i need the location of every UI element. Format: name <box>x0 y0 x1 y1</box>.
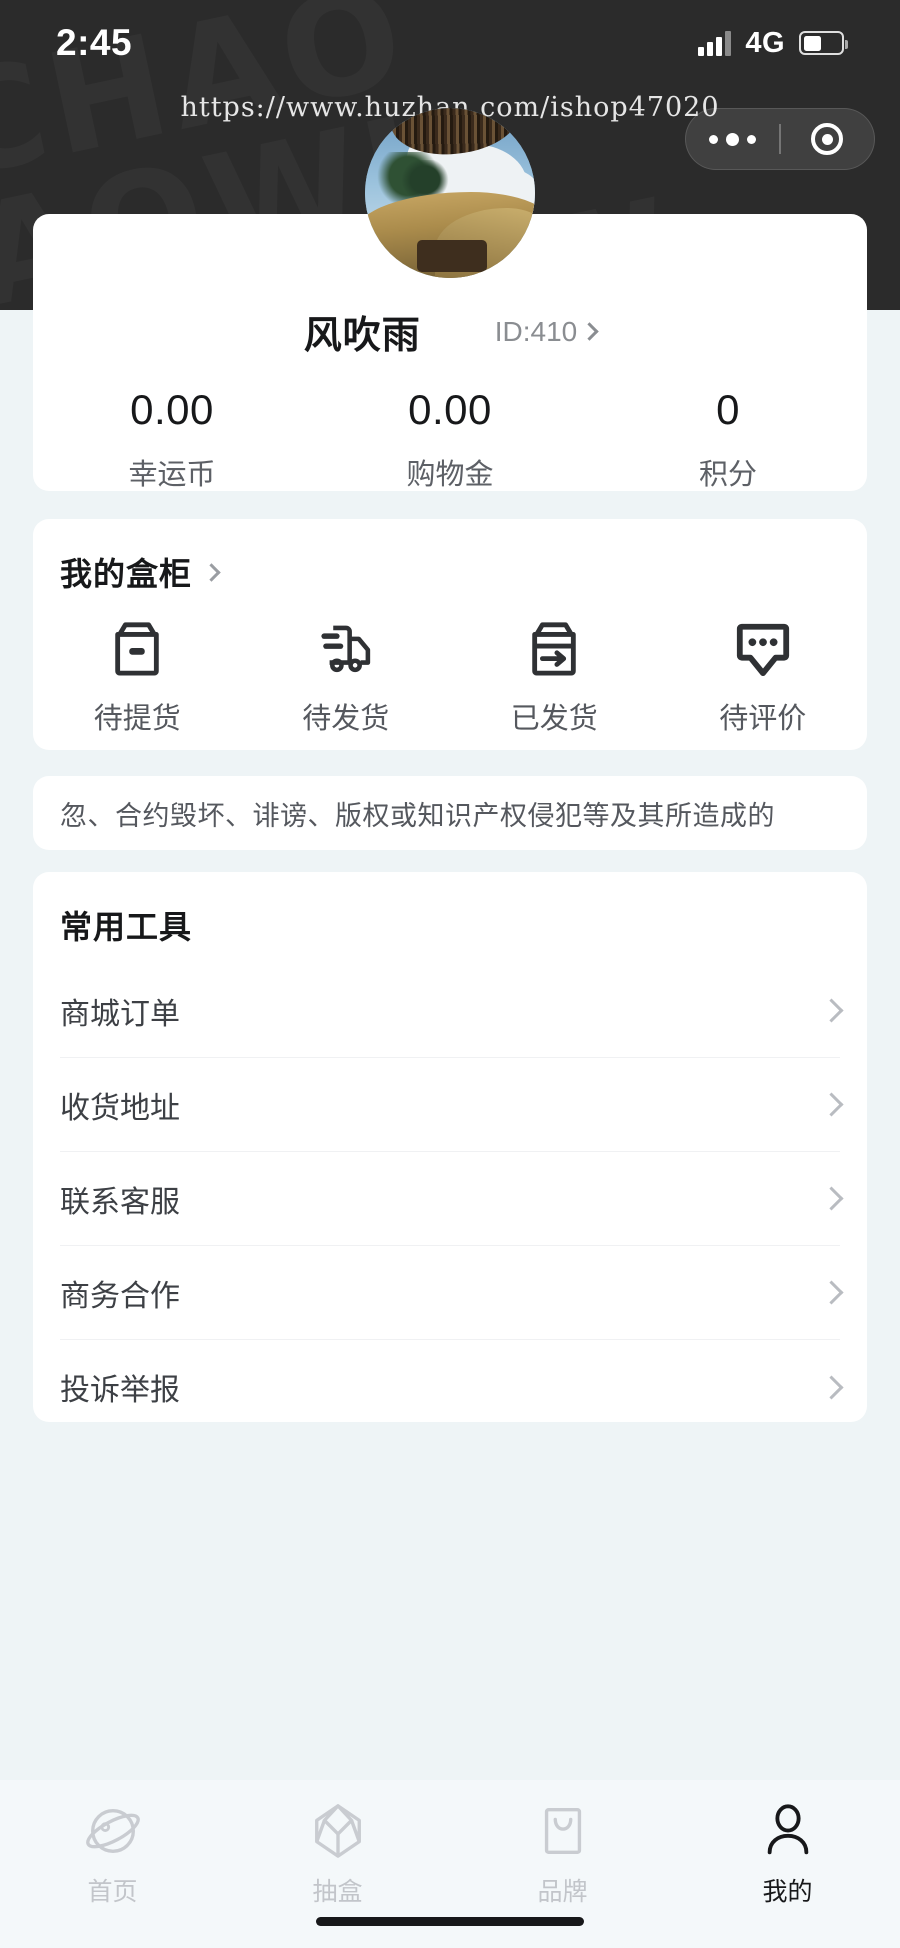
cabinet-title-link[interactable]: 我的盒柜 <box>60 549 221 595</box>
stat-value: 0 <box>716 386 740 433</box>
stat-lucky-coin[interactable]: 0.00 幸运币 <box>33 386 311 493</box>
notice-bar[interactable]: 忽、合约毁坏、诽谤、版权或知识产权侵犯等及其所造成的 <box>33 776 867 850</box>
tool-label: 联系客服 <box>60 1185 180 1219</box>
close-miniprogram-button[interactable] <box>781 109 874 169</box>
chevron-right-icon <box>819 1280 844 1305</box>
miniprogram-capsule[interactable] <box>685 108 875 170</box>
comment-bubble-icon <box>736 623 789 677</box>
avatar[interactable] <box>365 108 535 278</box>
profile-header: 风吹雨 ID:410 <box>33 304 867 359</box>
person-icon <box>767 1804 808 1855</box>
target-circle-icon <box>811 123 844 155</box>
shopping-bag-icon <box>544 1808 581 1854</box>
tab-label: 品牌 <box>537 1878 588 1906</box>
stat-label: 积分 <box>698 459 757 491</box>
home-indicator <box>316 1917 584 1926</box>
chevron-right-icon <box>819 1186 844 1211</box>
tab-blindbox[interactable]: 抽盒 <box>225 1802 450 1908</box>
cabinet-item-label: 待发货 <box>302 703 390 735</box>
profile-name: 风吹雨 <box>303 315 421 357</box>
tab-label: 我的 <box>762 1878 813 1906</box>
cabinet-item-label: 已发货 <box>510 703 598 735</box>
stat-label: 购物金 <box>406 459 494 491</box>
cabinet-title: 我的盒柜 <box>60 556 193 592</box>
box-icon <box>115 622 159 676</box>
tools-list: 商城订单 收货地址 联系客服 商务合作 投诉举报 <box>33 964 867 1434</box>
battery-icon <box>799 31 848 55</box>
truck-icon <box>321 625 370 673</box>
more-dots-icon <box>709 132 757 146</box>
tab-label: 抽盒 <box>312 1878 363 1906</box>
avatar-hut <box>417 240 487 272</box>
tab-home[interactable]: 首页 <box>0 1802 225 1908</box>
tool-row-contact-support[interactable]: 联系客服 <box>60 1152 844 1246</box>
stat-value: 0.00 <box>130 386 214 433</box>
tab-label: 首页 <box>87 1878 138 1906</box>
planet-icon <box>85 1809 140 1853</box>
chevron-right-icon <box>819 998 844 1023</box>
tool-row-shipping-address[interactable]: 收货地址 <box>60 1058 844 1152</box>
cabinet-status-row: 待提货 待发货 已发货 待评价 <box>33 619 867 737</box>
tab-mine[interactable]: 我的 <box>675 1802 900 1908</box>
signal-bars-icon <box>698 30 732 56</box>
more-menu-button[interactable] <box>686 109 779 169</box>
chevron-right-icon <box>819 1092 844 1117</box>
cabinet-item-shipped[interactable]: 已发货 <box>450 619 659 737</box>
tools-title: 常用工具 <box>60 909 193 945</box>
chevron-right-icon <box>202 562 221 582</box>
tool-row-mall-orders[interactable]: 商城订单 <box>60 964 844 1058</box>
tool-label: 投诉举报 <box>60 1374 180 1407</box>
cube-box-icon <box>314 1804 361 1858</box>
tool-label: 商务合作 <box>60 1279 180 1313</box>
common-tools-card: 常用工具 商城订单 收货地址 联系客服 商务合作 投诉举报 <box>33 872 867 1422</box>
cabinet-item-pending-pickup[interactable]: 待提货 <box>33 619 242 737</box>
cabinet-item-pending-review[interactable]: 待评价 <box>659 619 868 737</box>
chevron-right-icon <box>819 1374 844 1400</box>
tool-row-complaint-report[interactable]: 投诉举报 <box>60 1340 844 1434</box>
cabinet-item-label: 待评价 <box>719 703 807 735</box>
status-indicators: 4G <box>698 26 848 60</box>
stat-label: 幸运币 <box>128 459 216 491</box>
profile-card: 风吹雨 ID:410 0.00 幸运币 0.00 购物金 0 积分 <box>33 108 867 493</box>
tool-label: 商城订单 <box>60 997 180 1031</box>
tool-label: 收货地址 <box>60 1091 180 1125</box>
cabinet-item-label: 待提货 <box>93 703 181 735</box>
cabinet-item-pending-shipment[interactable]: 待发货 <box>242 619 451 737</box>
app-screen: CHAO HAOWI CHAOW 2:45 4G https://www.huz… <box>0 0 900 1948</box>
my-box-cabinet-card: 我的盒柜 待提货 待发货 已发货 待评价 <box>33 519 867 750</box>
network-type-label: 4G <box>745 26 785 59</box>
profile-id-button[interactable]: ID:410 <box>494 315 599 348</box>
tab-brand[interactable]: 品牌 <box>450 1802 675 1908</box>
profile-id-label: ID:410 <box>494 315 578 347</box>
tool-row-business-cooperation[interactable]: 商务合作 <box>60 1246 844 1340</box>
chevron-right-icon <box>580 322 599 341</box>
status-time: 2:45 <box>56 22 133 63</box>
stat-shopping-money[interactable]: 0.00 购物金 <box>311 386 589 493</box>
status-bar: 2:45 4G <box>0 0 900 86</box>
profile-stats: 0.00 幸运币 0.00 购物金 0 积分 <box>33 386 867 493</box>
notice-text: 忽、合约毁坏、诽谤、版权或知识产权侵犯等及其所造成的 <box>60 800 775 831</box>
stat-points[interactable]: 0 积分 <box>589 386 867 493</box>
box-arrow-out-icon <box>532 622 576 676</box>
stat-value: 0.00 <box>408 386 492 433</box>
